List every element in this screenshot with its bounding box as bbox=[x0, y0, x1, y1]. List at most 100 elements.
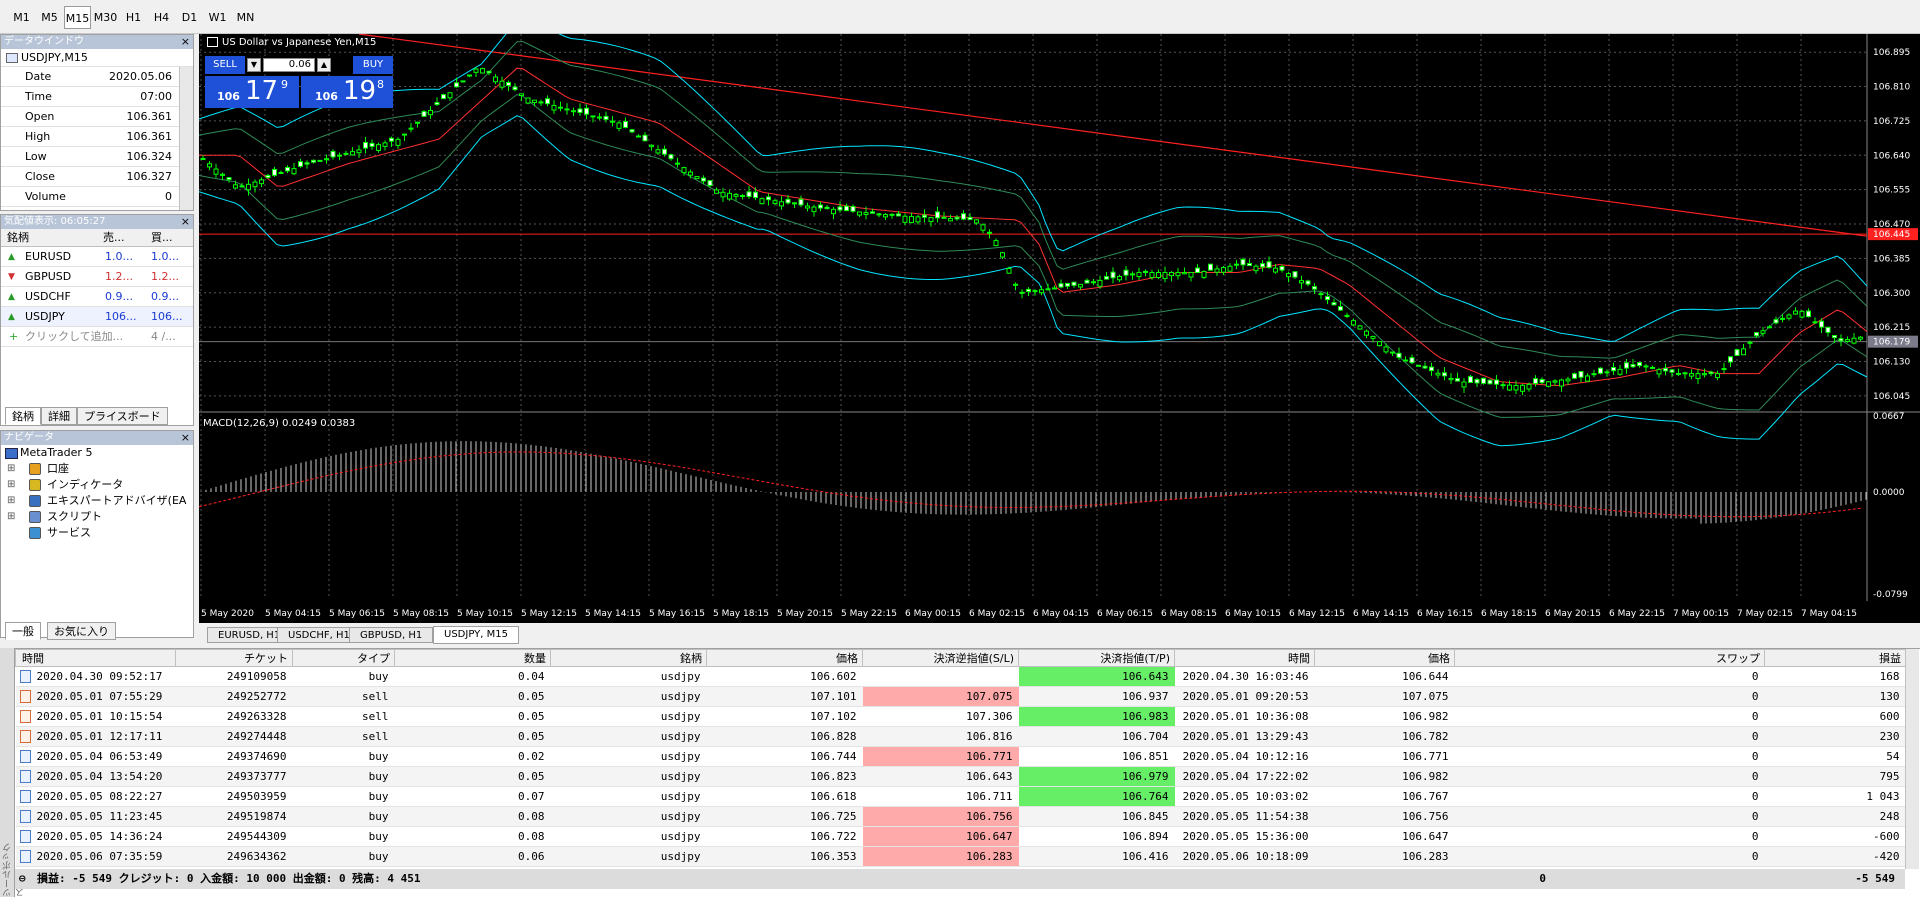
timeframe-m30[interactable]: M30 bbox=[92, 6, 119, 29]
candle-body bbox=[590, 115, 596, 118]
table-row[interactable]: 2020.05.01 12:17:11 249274448 sell 0.05 usdj… bbox=[15, 726, 1906, 747]
col-ask[interactable]: 買... bbox=[151, 229, 173, 247]
profit-cell: 54 bbox=[1764, 746, 1906, 767]
expand-icon[interactable]: ⊞ bbox=[7, 509, 15, 525]
candle-body bbox=[428, 109, 433, 116]
close-icon[interactable]: × bbox=[181, 431, 190, 445]
t2-cell: 2020.05.05 10:03:02 bbox=[1174, 786, 1315, 807]
mw-tab-1[interactable]: 詳細 bbox=[41, 407, 77, 425]
candle-body bbox=[376, 144, 381, 151]
nav-tab-1[interactable]: お気に入り bbox=[47, 622, 116, 640]
nav-item-script[interactable]: ⊞ スクリプト bbox=[1, 509, 193, 525]
col-header-7[interactable]: 決済指値(T/P) bbox=[1018, 649, 1175, 667]
nav-label: インディケータ bbox=[47, 478, 124, 491]
history-scrollbar[interactable] bbox=[1905, 649, 1919, 869]
ticket-cell: 249252772 bbox=[175, 686, 293, 707]
candle-body bbox=[707, 180, 713, 186]
nav-tab-0[interactable]: 一般 bbox=[5, 622, 41, 640]
nav-item-expert-advisor[interactable]: ⊞ エキスパートアドバイザ(EA bbox=[1, 493, 193, 509]
timeframe-m1[interactable]: M1 bbox=[8, 6, 35, 29]
col-header-8[interactable]: 時間 bbox=[1174, 649, 1315, 667]
table-row[interactable]: 2020.05.06 07:35:59 249634362 buy 0.06 usdjp… bbox=[15, 846, 1906, 867]
timeframe-mn[interactable]: MN bbox=[232, 6, 259, 29]
table-row[interactable]: 2020.05.01 10:15:54 249263328 sell 0.05 usdj… bbox=[15, 706, 1906, 727]
price2-cell: 106.644 bbox=[1314, 666, 1455, 687]
price-tick-label: 106.045 bbox=[1873, 392, 1910, 402]
table-row[interactable]: 2020.05.01 07:55:29 249252772 sell 0.05 usdj… bbox=[15, 686, 1906, 707]
candle-body bbox=[1617, 368, 1623, 375]
symbol-row-usdjpy[interactable]: ▲ USDJPY 106... 106... bbox=[1, 307, 193, 327]
col-header-10[interactable]: スワップ bbox=[1454, 649, 1765, 667]
symbol-row-eurusd[interactable]: ▲ EURUSD 1.0... 1.0... bbox=[1, 247, 193, 267]
nav-item-indicator[interactable]: ⊞ インディケータ bbox=[1, 477, 193, 493]
close-icon[interactable]: × bbox=[181, 35, 190, 49]
expand-icon[interactable]: ⊞ bbox=[7, 493, 15, 509]
timeframe-m15[interactable]: M15 bbox=[64, 6, 91, 29]
table-row[interactable]: 2020.04.30 09:52:17 249109058 buy 0.04 usdjp… bbox=[15, 666, 1906, 687]
expand-icon[interactable]: ⊞ bbox=[7, 461, 15, 477]
candle-body bbox=[740, 194, 745, 197]
data-value: 106.361 bbox=[126, 110, 173, 123]
bid-value: 106... bbox=[105, 310, 137, 323]
mw-tab-0[interactable]: 銘柄 bbox=[5, 407, 41, 425]
col-header-1[interactable]: チケット bbox=[175, 649, 293, 667]
tp-cell: 106.894 bbox=[1018, 826, 1175, 847]
chart-menu-icon[interactable] bbox=[207, 37, 218, 47]
table-row[interactable]: 2020.05.04 13:54:20 249373777 buy 0.05 usdjp… bbox=[15, 766, 1906, 787]
col-header-2[interactable]: タイプ bbox=[292, 649, 395, 667]
nav-item-service[interactable]: サービス bbox=[1, 525, 193, 541]
chart-tab-2[interactable]: GBPUSD, H1 bbox=[349, 627, 434, 643]
symbol-row-usdchf[interactable]: ▲ USDCHF 0.9... 0.9... bbox=[1, 287, 193, 307]
symbol-row-gbpusd[interactable]: ▼ GBPUSD 1.2... 1.2... bbox=[1, 267, 193, 287]
chart-tab-3[interactable]: USDJPY, M15 bbox=[433, 626, 519, 644]
col-header-0[interactable]: 時間 bbox=[15, 649, 176, 667]
sell-price[interactable]: 106 17 9 bbox=[205, 76, 299, 108]
table-row[interactable]: 2020.05.05 08:22:27 249503959 buy 0.07 usdjp… bbox=[15, 786, 1906, 807]
candle-body bbox=[454, 82, 459, 88]
timeframe-h1[interactable]: H1 bbox=[120, 6, 147, 29]
timeframe-h4[interactable]: H4 bbox=[148, 6, 175, 29]
col-header-9[interactable]: 価格 bbox=[1314, 649, 1455, 667]
toolbox-sidebar[interactable]: ツールボックス bbox=[0, 648, 26, 897]
candle-body bbox=[1669, 369, 1675, 373]
volume-up-icon[interactable]: ▲ bbox=[317, 58, 331, 72]
nav-label: 口座 bbox=[47, 462, 69, 475]
time-tick-label: 5 May 2020 bbox=[201, 609, 254, 619]
t2-cell: 2020.05.04 17:22:02 bbox=[1174, 766, 1315, 787]
arrow-up-icon: ▲ bbox=[8, 312, 15, 322]
ticket-cell: 249634362 bbox=[175, 846, 293, 867]
candle-body bbox=[421, 111, 427, 117]
volume-down-icon[interactable]: ▼ bbox=[247, 58, 261, 72]
col-header-6[interactable]: 決済逆指値(S/L) bbox=[862, 649, 1019, 667]
data-window-scrollbar[interactable] bbox=[179, 67, 193, 210]
timeframe-d1[interactable]: D1 bbox=[176, 6, 203, 29]
timeframe-w1[interactable]: W1 bbox=[204, 6, 231, 29]
col-header-3[interactable]: 数量 bbox=[394, 649, 551, 667]
price2-cell: 106.647 bbox=[1314, 826, 1455, 847]
market-watch-tabs: 銘柄 詳細 プライスボード bbox=[5, 407, 191, 425]
arrow-up-icon: ▲ bbox=[8, 252, 15, 262]
table-row[interactable]: 2020.05.04 06:53:49 249374690 buy 0.02 usdjp… bbox=[15, 746, 1906, 767]
table-row[interactable]: 2020.05.05 11:23:45 249519874 buy 0.08 usdjp… bbox=[15, 806, 1906, 827]
col-header-4[interactable]: 銘柄 bbox=[550, 649, 707, 667]
candle-body bbox=[473, 68, 479, 73]
close-icon[interactable]: × bbox=[181, 215, 190, 229]
chart-canvas[interactable]: 5 May 2020 5 May 04:15 5 May 06:15 5 May 08… bbox=[198, 19, 1920, 623]
price-chart[interactable]: 5 May 2020 5 May 04:15 5 May 06:15 5 May 08… bbox=[198, 19, 1920, 623]
buy-button[interactable]: BUY bbox=[353, 56, 393, 74]
mw-tab-2[interactable]: プライスボード bbox=[77, 407, 168, 425]
timeframe-m5[interactable]: M5 bbox=[36, 6, 63, 29]
volume-input[interactable]: 0.06 bbox=[263, 58, 315, 72]
collapse-icon[interactable]: ⊖ bbox=[19, 869, 26, 889]
expand-icon[interactable]: ⊞ bbox=[7, 477, 15, 493]
col-symbol[interactable]: 銘柄 bbox=[7, 229, 29, 247]
nav-item-account[interactable]: ⊞ 口座 bbox=[1, 461, 193, 477]
col-header-11[interactable]: 損益 bbox=[1764, 649, 1906, 667]
sell-button[interactable]: SELL bbox=[205, 56, 245, 74]
navigator-root[interactable]: MetaTrader 5 bbox=[1, 445, 193, 461]
col-header-5[interactable]: 価格 bbox=[706, 649, 863, 667]
buy-price[interactable]: 106 19 8 bbox=[301, 76, 393, 108]
add-symbol-row[interactable]: + クリックして追加... 4 /... bbox=[1, 327, 193, 347]
table-row[interactable]: 2020.05.05 14:36:24 249544309 buy 0.08 usdjp… bbox=[15, 826, 1906, 847]
col-bid[interactable]: 売... bbox=[103, 229, 125, 247]
